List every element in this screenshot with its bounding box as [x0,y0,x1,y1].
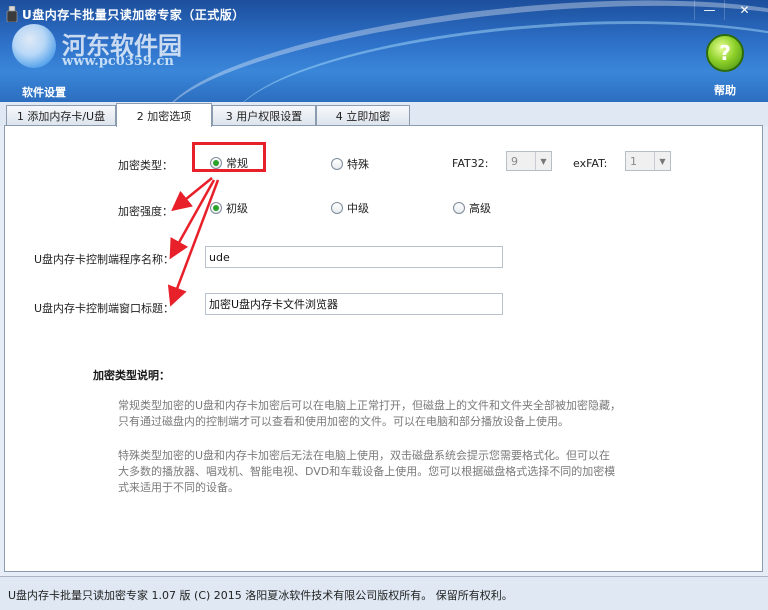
fat32-select[interactable]: 9 ▼ [506,151,552,171]
tab-encrypt-options[interactable]: 2 加密选项 [116,103,212,127]
tab-bar: 1 添加内存卡/U盘 2 加密选项 3 用户权限设置 4 立即加密 [0,102,768,127]
radio-dot[interactable] [331,202,343,214]
radio-label[interactable]: 特殊 [347,156,369,172]
encrypt-options-panel [4,125,763,572]
radio-dot[interactable] [210,202,222,214]
description-line: 只有通过磁盘内的控制端才可以查看和使用加密的文件。可以在电脑和部分播放设备上使用… [118,415,569,428]
chevron-down-icon[interactable]: ▼ [535,152,551,170]
description-line: 特殊类型加密的U盘和内存卡加密后无法在电脑上使用，双击磁盘系统会提示您需要格式化… [118,449,611,462]
minimize-button[interactable]: — [694,0,724,20]
strength-label: 加密强度： [118,205,173,218]
window-controls: — ✕ [694,0,764,20]
description-line: 式来适用于不同的设备。 [118,481,239,494]
exfat-label: exFAT: [573,157,608,170]
description-line: 大多数的播放器、唱戏机、智能电视、DVD和车载设备上使用。您可以根据磁盘格式选择… [118,465,616,478]
window-title-input[interactable]: 加密U盘内存卡文件浏览器 [205,293,503,315]
radio-label[interactable]: 中级 [347,200,369,216]
tab-user-permissions[interactable]: 3 用户权限设置 [212,105,316,126]
exfat-select[interactable]: 1 ▼ [625,151,671,171]
exfat-value[interactable]: 1 [630,155,637,168]
help-icon[interactable]: ? [706,34,744,72]
description-title: 加密类型说明： [93,369,170,382]
settings-menu[interactable]: 软件设置 [22,84,66,100]
radio-strength-medium[interactable]: 中级 [331,200,369,216]
radio-type-special[interactable]: 特殊 [331,156,369,172]
close-button[interactable]: ✕ [724,0,764,20]
radio-dot[interactable] [331,158,343,170]
watermark: 河东软件园 www.pc0359.cn [8,14,218,72]
annotation-highlight-box [192,142,266,172]
watermark-url: www.pc0359.cn [62,54,174,69]
description-special: 特殊类型加密的U盘和内存卡加密后无法在电脑上使用，双击磁盘系统会提示您需要格式化… [118,448,615,496]
description-normal: 常规类型加密的U盘和内存卡加密后可以在电脑上正常打开，但磁盘上的文件和文件夹全部… [118,398,621,430]
help-label[interactable]: 帮助 [700,82,750,98]
copyright-text: U盘内存卡批量只读加密专家 1.07 版 (C) 2015 洛阳夏冰软件技术有限… [8,589,513,602]
fat32-value[interactable]: 9 [511,155,518,168]
radio-label[interactable]: 高级 [469,200,491,216]
chevron-down-icon[interactable]: ▼ [654,152,670,170]
radio-label[interactable]: 初级 [226,200,248,216]
status-bar: U盘内存卡批量只读加密专家 1.07 版 (C) 2015 洛阳夏冰软件技术有限… [0,576,768,610]
program-name-label: U盘内存卡控制端程序名称： [34,253,175,266]
radio-strength-high[interactable]: 高级 [453,200,491,216]
radio-strength-basic[interactable]: 初级 [210,200,248,216]
watermark-logo-icon [12,24,56,68]
help-button[interactable]: ? 帮助 [700,34,750,98]
fat32-label: FAT32: [452,157,489,170]
title-header: U盘内存卡批量只读加密专家（正式版） 河东软件园 www.pc0359.cn —… [0,0,768,102]
tab-encrypt-now[interactable]: 4 立即加密 [316,105,410,126]
description-line: 常规类型加密的U盘和内存卡加密后可以在电脑上正常打开，但磁盘上的文件和文件夹全部… [118,399,622,412]
encrypt-type-label: 加密类型： [118,159,173,172]
radio-dot[interactable] [453,202,465,214]
tab-add-card[interactable]: 1 添加内存卡/U盘 [6,105,116,126]
program-name-input[interactable]: ude [205,246,503,268]
window-title-label: U盘内存卡控制端窗口标题： [34,302,175,315]
